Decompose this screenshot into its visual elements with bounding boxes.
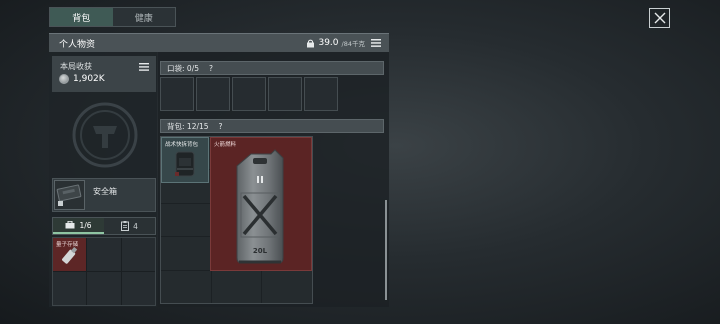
weight-value: 39.0: [318, 38, 339, 48]
jerry-can-icon: 20L: [236, 149, 284, 264]
earnings-value: 1,902K: [73, 74, 105, 84]
top-tabs: 背包 健康: [49, 7, 176, 27]
pockets-label-group: 口袋: 0/5: [167, 63, 199, 74]
bag-slot[interactable]: [161, 237, 211, 270]
bag-slot[interactable]: [262, 270, 312, 303]
pockets-header: 口袋: 0/5 ?: [160, 61, 384, 75]
faction-emblem-icon: [72, 102, 138, 168]
tab-backpack[interactable]: 背包: [50, 8, 113, 26]
subtab-case-label: 1/6: [79, 220, 92, 230]
panel-header: 个人物资 39.0 /84千克: [49, 33, 389, 52]
pocket-slot[interactable]: [160, 77, 194, 111]
earnings-label: 本局收获: [60, 62, 92, 71]
close-icon: [654, 12, 665, 24]
backpack-help-icon[interactable]: ?: [219, 122, 223, 131]
case-slot[interactable]: [121, 272, 155, 305]
pocket-slots: [160, 77, 338, 111]
pockets-label: 口袋:: [167, 63, 185, 73]
case-slot[interactable]: [121, 238, 155, 271]
backpack-icon: [175, 151, 195, 177]
tab-health[interactable]: 健康: [113, 8, 176, 26]
backpack-label-group: 背包: 12/15: [167, 121, 209, 132]
weight-max: /84千克: [341, 40, 365, 48]
weight-indicator: 39.0 /84千克: [306, 38, 365, 48]
safe-box-slot[interactable]: [54, 180, 85, 210]
subtab-clipboard-label: 4: [133, 221, 138, 231]
bag-slot[interactable]: [161, 203, 211, 237]
subtab-clipboard[interactable]: 4: [104, 218, 155, 234]
pocket-slot[interactable]: [304, 77, 338, 111]
pocket-slot[interactable]: [232, 77, 266, 111]
fuel-can-capacity: 20L: [253, 247, 268, 255]
pockets-count: 0/5: [186, 63, 199, 73]
case-grid: 量子存储: [52, 237, 156, 306]
coin-icon: [59, 74, 69, 84]
backpack-header: 背包: 12/15 ?: [160, 119, 384, 133]
item-usb-drive[interactable]: 量子存储: [53, 238, 87, 271]
case-icon: [65, 221, 75, 229]
safe-box-icon: [56, 184, 82, 206]
case-slot[interactable]: [53, 272, 87, 305]
subtab-case[interactable]: 1/6: [53, 218, 104, 234]
item-rocket-fuel[interactable]: 火箭燃料 20L: [210, 137, 312, 271]
weight-icon: [307, 39, 315, 47]
panel-title: 个人物资: [59, 39, 96, 50]
backpack-count: 12/15: [186, 121, 209, 131]
bag-slot[interactable]: [211, 270, 262, 303]
case-slot[interactable]: [87, 272, 121, 305]
earnings-list-icon[interactable]: [139, 63, 149, 71]
item-tactical-vest[interactable]: 战术快拆背包: [161, 137, 209, 183]
safe-box-label: 安全箱: [93, 187, 117, 196]
pocket-slot[interactable]: [268, 77, 302, 111]
case-slot[interactable]: [87, 238, 121, 271]
container-subtabs: 1/6 4: [52, 217, 156, 235]
pockets-help-icon[interactable]: ?: [209, 64, 213, 73]
scrollbar[interactable]: [385, 200, 387, 300]
bag-slot[interactable]: [161, 270, 211, 303]
clipboard-icon: [121, 221, 130, 231]
close-button[interactable]: [649, 8, 670, 28]
list-icon[interactable]: [371, 39, 381, 47]
pocket-slot[interactable]: [196, 77, 230, 111]
backpack-label: 背包:: [167, 121, 185, 131]
usb-drive-icon: [62, 246, 78, 264]
